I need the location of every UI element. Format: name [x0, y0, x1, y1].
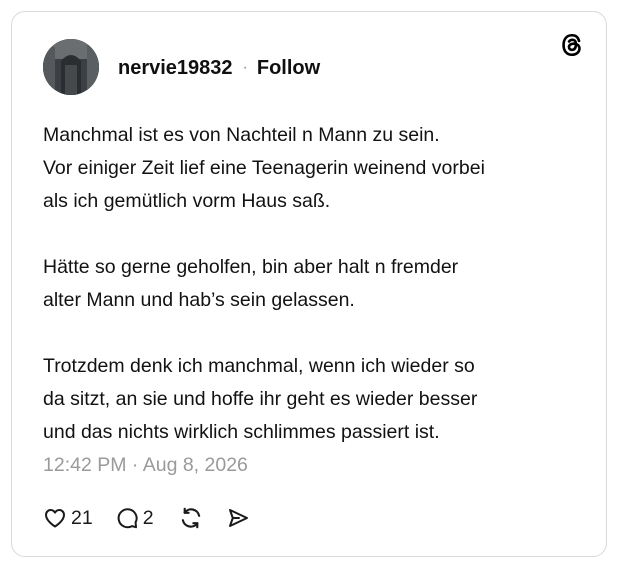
- post-timestamp[interactable]: 12:42 PM · Aug 8, 2026: [43, 454, 248, 477]
- post-header: nervie19832 · Follow: [118, 57, 320, 79]
- reply-button[interactable]: 2: [115, 506, 154, 530]
- text-line: Trotzdem denk ich manchmal, wenn ich wie…: [43, 355, 475, 377]
- post-body: Manchmal ist es von Nachteil n Mann zu s…: [43, 119, 583, 449]
- speech-bubble-icon: [117, 508, 138, 529]
- follow-button[interactable]: Follow: [257, 57, 320, 80]
- avatar-image: [43, 39, 99, 95]
- like-button[interactable]: 21: [43, 506, 93, 530]
- header-separator: ·: [242, 59, 248, 76]
- reply-count: 2: [142, 506, 154, 529]
- send-icon: [228, 509, 248, 527]
- action-bar: 21 2: [43, 503, 250, 533]
- share-button[interactable]: [226, 506, 250, 530]
- avatar[interactable]: [43, 39, 99, 95]
- paragraph: Hätte so gerne geholfen, bin aber halt n…: [43, 251, 583, 317]
- text-line: Hätte so gerne geholfen, bin aber halt n…: [43, 256, 459, 278]
- repost-button[interactable]: [178, 505, 204, 531]
- text-line: Manchmal ist es von Nachteil n Mann zu s…: [43, 124, 440, 146]
- threads-logo-icon[interactable]: [559, 32, 585, 58]
- text-line: da sitzt, an sie und hoffe ihr geht es w…: [43, 388, 478, 410]
- text-line: alter Mann und hab’s sein gelassen.: [43, 289, 355, 311]
- paragraph: Manchmal ist es von Nachteil n Mann zu s…: [43, 119, 583, 218]
- username[interactable]: nervie19832: [118, 57, 233, 80]
- paragraph: Trotzdem denk ich manchmal, wenn ich wie…: [43, 350, 583, 449]
- text-line: Vor einiger Zeit lief eine Teenagerin we…: [43, 157, 485, 179]
- text-line: als ich gemütlich vorm Haus saß.: [43, 190, 331, 212]
- text-line: und das nichts wirklich schlimmes passie…: [43, 421, 440, 443]
- heart-icon: [45, 509, 65, 528]
- post-card: nervie19832 · Follow Manchmal ist es von…: [11, 11, 607, 557]
- like-count: 21: [71, 506, 93, 529]
- repost-icon: [181, 507, 200, 529]
